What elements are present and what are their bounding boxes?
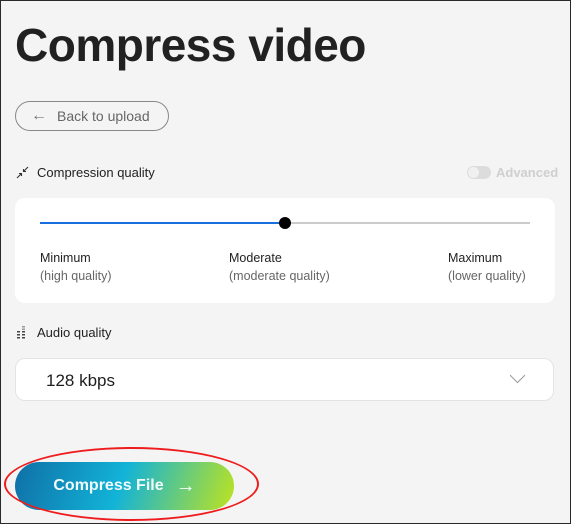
compress-file-label: Compress File [53,477,164,494]
tick-maximum: Maximum (lower quality) [448,249,526,285]
arrow-right-icon: → [175,474,196,497]
tick-subtitle: (high quality) [40,269,112,283]
arrow-left-icon: ← [31,107,47,124]
tick-subtitle: (moderate quality) [229,269,330,283]
slider-thumb[interactable] [279,217,291,229]
toggle-track[interactable] [467,166,491,179]
tick-title: Minimum [40,251,91,265]
slider-fill [40,222,285,224]
advanced-label: Advanced [496,165,559,180]
compression-quality-label: Compression quality [15,165,155,180]
page-frame: Compress video ← Back to upload Compress… [0,0,571,524]
advanced-toggle[interactable]: Advanced [467,165,558,180]
tick-title: Maximum [448,251,503,265]
back-button-label: Back to upload [57,108,150,124]
chevron-down-icon[interactable] [509,367,526,384]
toggle-knob [468,167,479,178]
compress-arrows-icon [15,166,29,179]
tick-moderate: Moderate (moderate quality) [229,249,330,285]
compression-card: Minimum (high quality) Moderate (moderat… [15,198,555,303]
tick-title: Moderate [229,251,282,265]
tick-subtitle: (lower quality) [448,269,526,283]
audio-quality-text: Audio quality [37,325,112,340]
compression-quality-text: Compression quality [37,165,155,180]
audio-quality-value: 128 kbps [46,371,115,390]
tick-minimum: Minimum (high quality) [40,249,112,285]
audio-bars-icon [15,326,29,339]
audio-quality-label: Audio quality [15,325,111,340]
audio-quality-select[interactable]: 128 kbps [15,358,554,401]
compression-slider[interactable] [40,217,530,229]
back-to-upload-button[interactable]: ← Back to upload [15,101,169,131]
compress-file-button[interactable]: Compress File → [15,462,234,510]
page-title: Compress video [15,19,366,71]
